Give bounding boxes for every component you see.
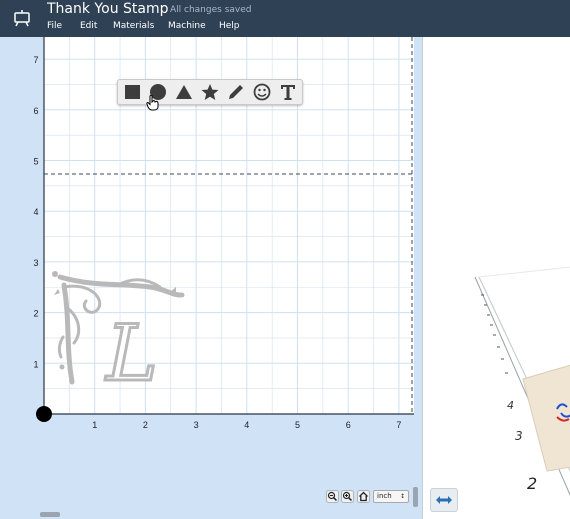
double-arrow-icon [436,496,452,504]
vertical-scrollbar[interactable] [413,487,418,507]
x-tick-label: 2 [143,420,148,430]
zoom-in-icon[interactable] [341,490,354,503]
preview-stamp-block [522,364,570,472]
y-tick-label: 4 [33,207,38,217]
y-tick-label: 7 [33,55,38,65]
square-icon [125,85,140,99]
preview-ruler-label-3: 3 [515,429,523,443]
menu-machine[interactable]: Machine [168,21,206,31]
rectangle-tool[interactable] [121,82,143,102]
x-tick-label: 3 [194,420,199,430]
hand-cursor-icon [146,95,159,111]
document-title[interactable]: Thank You Stamp [47,1,169,17]
shape-toolbar [117,79,303,105]
y-tick-label: 6 [33,106,38,116]
swap-view-button[interactable] [430,488,458,512]
home-icon[interactable] [357,490,370,503]
robot-icon[interactable] [13,9,31,27]
star-icon [201,84,219,100]
triangle-tool[interactable] [173,82,195,102]
y-tick-label: 1 [33,359,38,369]
preview-ruler-label-4: 4 [507,399,514,412]
clipart-tool[interactable] [251,82,273,102]
select-arrows-icon: ↕ [399,493,405,500]
menu-help[interactable]: Help [219,21,240,31]
x-tick-label: 7 [396,420,401,430]
unit-select-value: inch [377,492,392,500]
preview-panel: 4 3 2 [422,37,570,519]
menu-edit[interactable]: Edit [80,21,97,31]
design-letter[interactable]: L [103,308,160,401]
save-status: All changes saved [170,5,252,15]
pen-tool[interactable] [225,82,247,102]
triangle-icon [176,85,192,99]
y-tick-label: 5 [33,157,38,167]
x-tick-label: 5 [295,420,300,430]
x-tick-label: 4 [244,420,249,430]
preview-ruler-ticks [481,294,508,374]
origin-marker[interactable] [36,406,52,422]
preview-ruler-label-2: 2 [527,474,537,493]
unit-select[interactable]: inch ↕ [373,490,409,503]
pencil-icon [229,85,243,99]
design-area[interactable]: 1 2 3 4 5 6 7 1 2 3 4 5 6 7 L [0,37,422,519]
x-tick-labels: 1 2 3 4 5 6 7 [92,420,401,430]
star-tool[interactable] [199,82,221,102]
text-t-icon [281,85,295,100]
menu-file[interactable]: File [47,21,62,31]
menu-materials[interactable]: Materials [113,21,154,31]
y-tick-label: 3 [33,258,38,268]
x-tick-label: 1 [92,420,97,430]
y-tick-labels: 1 2 3 4 5 6 7 [33,55,38,369]
x-tick-label: 6 [346,420,351,430]
text-tool[interactable] [277,82,299,102]
app-header: Thank You Stamp All changes saved File E… [0,0,570,37]
y-tick-label: 2 [33,309,38,319]
machine-preview-3d[interactable]: 4 3 2 [423,37,570,519]
design-canvas[interactable]: 1 2 3 4 5 6 7 1 2 3 4 5 6 7 L [0,37,422,519]
preview-mat-top [478,266,570,278]
horizontal-scrollbar[interactable] [40,512,60,517]
smiley-icon [253,83,271,101]
zoom-out-icon[interactable] [326,490,339,503]
